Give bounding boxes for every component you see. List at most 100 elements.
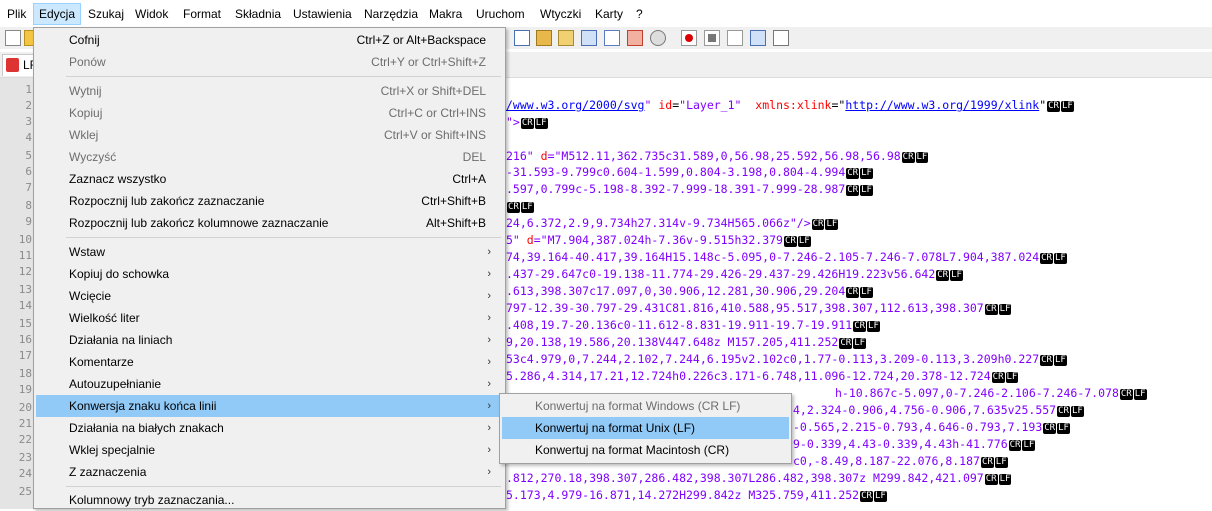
line-number: 11 — [18, 249, 32, 262]
code-line-3: "> CR LF — [506, 115, 548, 129]
line-number: 19 — [18, 383, 32, 396]
line-number: 8 — [25, 199, 32, 212]
line-number: 12 — [18, 265, 32, 278]
line-number: 14 — [18, 299, 32, 312]
monitoring-icon[interactable] — [650, 30, 666, 46]
menu-item-convert-macintosh[interactable]: Konwertuj na format Macintosh (CR) — [502, 439, 789, 461]
menu-item-line-operations[interactable]: Działania na liniach › — [36, 329, 503, 351]
menu-edycja[interactable]: Edycja — [33, 3, 82, 25]
submenu-arrow-icon: › — [487, 246, 491, 258]
line-number: 5 — [25, 149, 32, 162]
line-number: 20 — [18, 401, 32, 414]
menu-item-convert-unix[interactable]: Konwertuj na format Unix (LF) — [502, 417, 789, 439]
new-file-icon[interactable] — [5, 30, 21, 46]
code-line-22: 9-0.339,4.43-0.339,4.43h-41.776 CR LF — [793, 437, 1036, 451]
menu-item-copy[interactable]: Kopiuj Ctrl+C or Ctrl+INS — [36, 102, 503, 124]
menu-item-undo[interactable]: Cofnij Ctrl+Z or Alt+Backspace — [36, 29, 503, 51]
code-line-19: h-10.867c-5.097,0-7.246-2.106-7.246-7.07… — [835, 386, 1147, 400]
menu-item-case[interactable]: Wielkość liter › — [36, 307, 503, 329]
menu-item-copy-to-clipboard[interactable]: Kopiuj do schowka › — [36, 263, 503, 285]
code-line-21: -0.565,2.215-0.793,4.646-0.793,7.193 CR LF — [793, 420, 1070, 434]
menu-item-column-mode[interactable]: Kolumnowy tryb zaznaczania... — [36, 489, 503, 511]
doc-map-icon[interactable] — [581, 30, 597, 46]
play-macro-icon[interactable] — [727, 30, 743, 46]
menu-widok[interactable]: Widok — [130, 3, 173, 25]
show-all-chars-icon[interactable] — [536, 30, 552, 46]
menu-plik[interactable]: Plik — [2, 3, 31, 25]
edit-menu-dropdown: Cofnij Ctrl+Z or Alt+Backspace Ponów Ctrl+… — [33, 27, 506, 509]
menu-item-delete[interactable]: Wyczyść DEL — [36, 146, 503, 168]
line-number: 22 — [18, 433, 32, 446]
menu-item-begin-end-column-select[interactable]: Rozpocznij lub zakończ kolumnowe zaznacz… — [36, 212, 503, 234]
play-multiple-macro-icon[interactable] — [750, 30, 766, 46]
unsaved-file-icon — [6, 58, 19, 72]
line-number: 13 — [18, 283, 32, 296]
code-line-8: CR LF — [507, 202, 534, 213]
menu-item-paste-special[interactable]: Wklej specjalnie › — [36, 439, 503, 461]
menu-item-select-all[interactable]: Zaznacz wszystko Ctrl+A — [36, 168, 503, 190]
word-wrap-icon[interactable] — [514, 30, 530, 46]
menu-format[interactable]: Format — [178, 3, 226, 25]
line-number: 17 — [18, 349, 32, 362]
code-line-12: .437-29.647c0-19.138-11.774-29.426-29.43… — [506, 267, 963, 281]
code-line-9: 24,6.372,2.9,9.734h27.314v-9.734H565.066… — [506, 216, 839, 230]
stop-macro-icon[interactable] — [704, 30, 720, 46]
menu-karty[interactable]: Karty — [590, 3, 628, 25]
line-number: 25 — [18, 485, 32, 498]
menu-help[interactable]: ? — [631, 3, 648, 25]
menu-separator — [66, 237, 501, 238]
code-line-14: 797-12.39-30.797-29.431C81.816,410.588,9… — [506, 301, 1012, 315]
menu-item-redo[interactable]: Ponów Ctrl+Y or Ctrl+Shift+Z — [36, 51, 503, 73]
record-macro-icon[interactable] — [681, 30, 697, 46]
code-line-16: 9,20.138,19.586,20.138V447.648z M157.205… — [506, 335, 867, 349]
submenu-arrow-icon: › — [487, 466, 491, 478]
code-line-13: .613,398.307c17.097,0,30.906,12.281,30.9… — [506, 284, 873, 298]
menu-makra[interactable]: Makra — [424, 3, 467, 25]
menu-item-convert-windows[interactable]: Konwertuj na format Windows (CR LF) — [502, 395, 789, 417]
menu-item-cut[interactable]: Wytnij Ctrl+X or Shift+DEL — [36, 80, 503, 102]
indent-guide-icon[interactable] — [558, 30, 574, 46]
code-line-17: 53c4.979,0,7.244,2.102,7.244,6.195v2.102… — [506, 352, 1067, 366]
function-list-icon[interactable] — [604, 30, 620, 46]
line-number: 2 — [25, 99, 32, 112]
code-line-7: .597,0.799c-5.198-8.392-7.999-18.391-7.9… — [506, 182, 873, 196]
line-number: 24 — [18, 467, 32, 480]
menu-item-blank-operations[interactable]: Działania na białych znakach › — [36, 417, 503, 439]
menu-item-comments[interactable]: Komentarze › — [36, 351, 503, 373]
menu-separator — [66, 76, 501, 77]
submenu-arrow-icon: › — [487, 400, 491, 412]
menu-item-paste[interactable]: Wklej Ctrl+V or Shift+INS — [36, 124, 503, 146]
code-line-24: .812,270.18,398.307,286.482,398.307L286.… — [506, 471, 1012, 485]
submenu-arrow-icon: › — [487, 268, 491, 280]
submenu-arrow-icon: › — [487, 356, 491, 368]
menu-item-autocomplete[interactable]: Autouzupełnianie › — [36, 373, 503, 395]
code-line-10: 5" d="M7.904,387.024h-7.36v-9.515h32.379… — [506, 233, 811, 247]
code-line-20: 4,2.324-0.906,4.756-0.906,7.635v25.557 CR… — [793, 403, 1084, 417]
line-number: 18 — [18, 367, 32, 380]
menu-uruchom[interactable]: Uruchom — [471, 3, 530, 25]
menu-item-indent[interactable]: Wcięcie › — [36, 285, 503, 307]
menu-narzedzia[interactable]: Narzędzia — [359, 3, 423, 25]
code-line-15: .408,19.7-20.136c0-11.612-8.831-19.911-1… — [506, 318, 880, 332]
menu-item-begin-end-select[interactable]: Rozpocznij lub zakończ zaznaczanie Ctrl+S… — [36, 190, 503, 212]
folder-workspace-icon[interactable] — [627, 30, 643, 46]
submenu-arrow-icon: › — [487, 334, 491, 346]
eol-conversion-submenu: Konwertuj na format Windows (CR LF) Konw… — [499, 393, 792, 464]
code-line-11: 74,39.164-40.417,39.164H15.148c-5.095,0-… — [506, 250, 1067, 264]
line-number: 6 — [25, 165, 32, 178]
line-number: 3 — [25, 115, 32, 128]
submenu-arrow-icon: › — [487, 312, 491, 324]
line-number: 1 — [25, 83, 32, 96]
menu-item-on-selection[interactable]: Z zaznaczenia › — [36, 461, 503, 483]
menu-item-eol-conversion[interactable]: Konwersja znaku końca linii › — [36, 395, 503, 417]
menu-item-insert[interactable]: Wstaw › — [36, 241, 503, 263]
save-macro-icon[interactable] — [773, 30, 789, 46]
menu-szukaj[interactable]: Szukaj — [83, 3, 129, 25]
menu-skladnia[interactable]: Składnia — [230, 3, 286, 25]
eol-lf-marker: LF — [1060, 101, 1074, 112]
submenu-arrow-icon: › — [487, 290, 491, 302]
menu-wtyczki[interactable]: Wtyczki — [535, 3, 586, 25]
menu-bar: Plik Edycja Szukaj Widok Format Składnia… — [0, 0, 1212, 27]
submenu-arrow-icon: › — [487, 444, 491, 456]
menu-ustawienia[interactable]: Ustawienia — [288, 3, 357, 25]
